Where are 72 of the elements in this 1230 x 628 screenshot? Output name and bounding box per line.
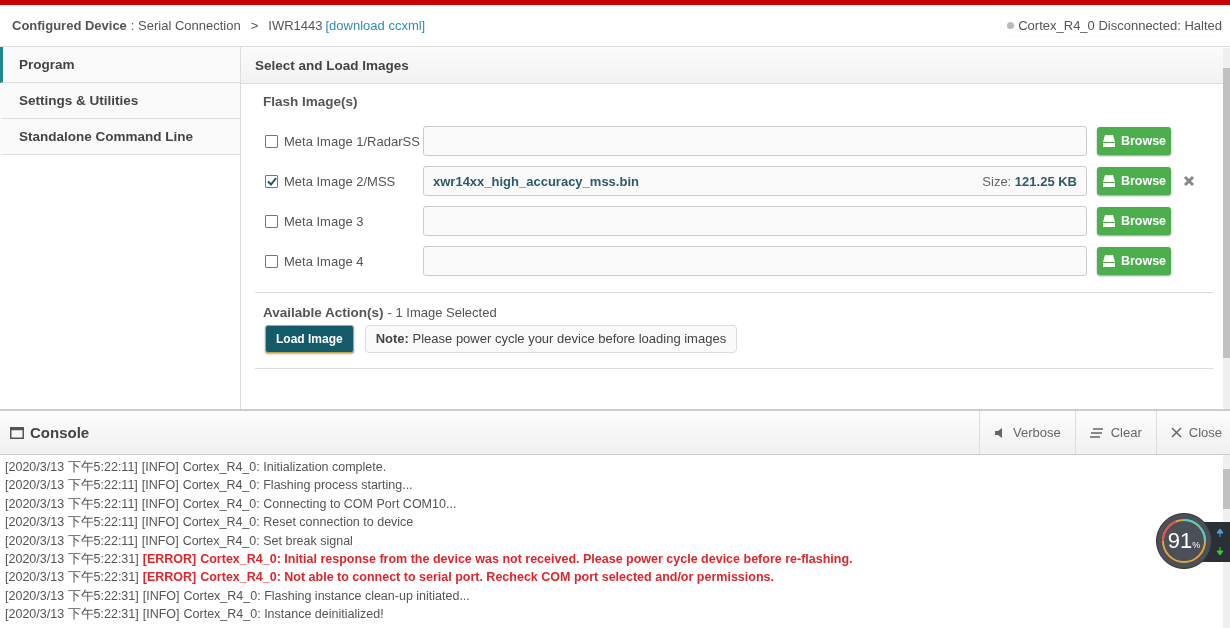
log-timestamp: [2020/3/13 下午5:22:11]: [5, 495, 138, 513]
log-level: [ERROR]: [142, 569, 197, 587]
log-message: Cortex_R4_0: Connecting to COM Port COM10...: [182, 495, 457, 513]
log-timestamp: [2020/3/13 下午5:22:31]: [5, 587, 139, 605]
file-path-field[interactable]: [423, 206, 1087, 236]
section-heading: Flash Image(s): [263, 94, 359, 111]
checkbox[interactable]: [265, 134, 278, 148]
log-message: Cortex_R4_0: Flashing process starting...: [182, 477, 413, 495]
breadcrumb-separator: >: [250, 18, 259, 33]
log-timestamp: [2020/3/13 下午5:22:11]: [5, 477, 138, 495]
log-level: [INFO]: [141, 477, 179, 495]
download-link[interactable]: [download ccxml]: [325, 18, 426, 33]
scrollbar[interactable]: [1223, 48, 1230, 409]
window-icon: [10, 426, 24, 439]
close-icon: [1170, 427, 1182, 438]
console-verbose-button[interactable]: Verbose: [978, 411, 1075, 454]
log-level: [INFO]: [142, 606, 180, 624]
usage-percent: 91: [1167, 528, 1193, 554]
log-level: [INFO]: [141, 532, 179, 550]
checkbox[interactable]: [265, 214, 278, 228]
sidebar-item[interactable]: Settings & Utilities: [0, 83, 240, 119]
lines-icon: [1089, 427, 1104, 438]
panel-title: Select and Load Images: [241, 47, 1230, 84]
console-close-button[interactable]: Close: [1155, 411, 1230, 454]
console-title: Console: [30, 424, 90, 441]
log-timestamp: [2020/3/13 下午5:22:31]: [5, 606, 139, 624]
image-label: Meta Image 3: [284, 213, 365, 229]
sidebar-item[interactable]: Program: [0, 47, 240, 83]
log-level: [INFO]: [141, 495, 179, 513]
log-timestamp: [2020/3/13 下午5:22:31]: [5, 551, 139, 569]
drive-icon: [1101, 255, 1116, 267]
log-timestamp: [2020/3/13 下午5:22:11]: [5, 459, 138, 476]
log-level: [ERROR]: [142, 551, 197, 569]
log-message: Cortex_R4_0: Flashing instance clean-up initiated...: [183, 587, 470, 605]
log-message: Cortex_R4_0: Instance deinitialized!: [183, 606, 384, 624]
device-status: Cortex_R4_0 Disconnected: Halted: [1018, 18, 1222, 33]
section-heading: Available Action(s): [263, 305, 384, 320]
log-level: [INFO]: [141, 459, 179, 476]
log-level: [INFO]: [142, 587, 180, 605]
log-message: Cortex_R4_0: Initial response from the device was not received. Please power cycle device before re-flashing.: [200, 551, 853, 569]
file-path-field[interactable]: [423, 126, 1087, 156]
image-label: Meta Image 2/MSS: [284, 173, 397, 189]
percent-sign: %: [1192, 540, 1201, 550]
log-timestamp: [2020/3/13 下午5:22:11]: [5, 514, 138, 532]
log-message: Cortex_R4_0: Not able to connect to serial port. Recheck COM port selected and/or permissions.: [200, 569, 774, 587]
drive-icon: [1101, 135, 1116, 147]
status-dot-icon: [1007, 22, 1015, 29]
scrollbar-thumb[interactable]: [1223, 469, 1230, 509]
load-image-button[interactable]: Load Image: [265, 325, 354, 353]
usage-monitor-widget[interactable]: 91%: [1156, 513, 1212, 569]
file-path-field[interactable]: [423, 246, 1087, 276]
drive-icon: [1101, 215, 1116, 227]
log-level: [INFO]: [141, 514, 179, 532]
selection-count: - 1 Image Selected: [387, 305, 497, 320]
checkbox[interactable]: [265, 174, 278, 188]
checkbox[interactable]: [265, 254, 278, 268]
image-label: Meta Image 1/RadarSS: [284, 133, 421, 149]
console-clear-button[interactable]: Clear: [1074, 411, 1156, 454]
image-label: Meta Image 4: [284, 253, 365, 269]
log-message: Cortex_R4_0: Set break signal: [182, 532, 353, 550]
log-message: Cortex_R4_0: Initialization complete.: [182, 459, 387, 476]
sidebar-item[interactable]: Standalone Command Line: [0, 119, 240, 155]
log-timestamp: [2020/3/13 下午5:22:31]: [5, 569, 139, 587]
drive-icon: [1101, 175, 1116, 187]
connection-type: : Serial Connection: [130, 18, 241, 33]
device-name: IWR1443: [268, 18, 323, 33]
log-message: Cortex_R4_0: Reset connection to device: [182, 514, 414, 532]
breadcrumb-label: Configured Device: [12, 18, 127, 33]
log-timestamp: [2020/3/13 下午5:22:11]: [5, 532, 138, 550]
note-text: Note: Please power cycle your device before loading images: [364, 325, 738, 353]
file-path-field[interactable]: xwr14xx_high_accuracy_mss.bin Size: 121.25 KB: [423, 166, 1087, 196]
remove-icon[interactable]: [1183, 175, 1195, 187]
